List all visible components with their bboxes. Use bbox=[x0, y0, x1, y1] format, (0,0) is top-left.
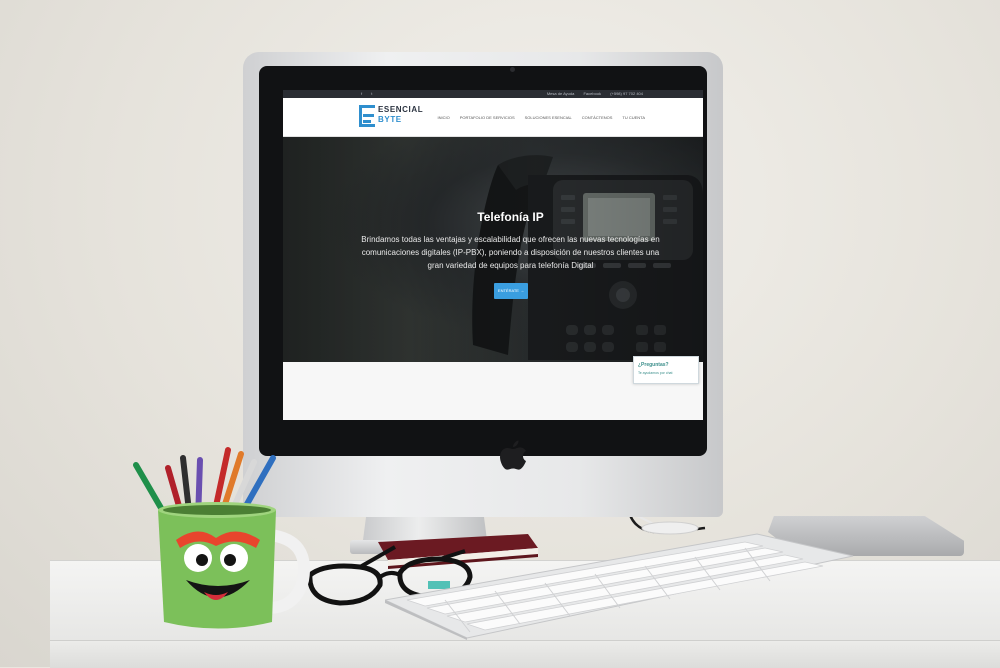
phone-number: (+598) 97 702 404 bbox=[610, 91, 643, 96]
hero-title: Telefonía IP bbox=[477, 210, 544, 224]
website-screen: f t Mesa de Ayuda Facebook (+598) 97 702… bbox=[283, 90, 703, 420]
hero-description: Brindamos todas las ventajas y escalabil… bbox=[361, 235, 660, 270]
camera-icon bbox=[510, 67, 515, 72]
hero-cta-button[interactable]: ENTÉRATE → bbox=[494, 283, 528, 299]
logo-line1: ESENCIAL bbox=[378, 105, 424, 114]
social-links[interactable]: f t bbox=[361, 90, 376, 98]
logo-text: ESENCIAL BYTE bbox=[378, 105, 423, 125]
logo-line2: BYTE bbox=[378, 115, 402, 124]
website-topbar: f t Mesa de Ayuda Facebook (+598) 97 702… bbox=[283, 90, 703, 98]
menu-item-tu-cuenta[interactable]: TU CUENTA bbox=[622, 115, 645, 120]
facebook-link[interactable]: Facebook bbox=[583, 91, 601, 96]
chat-subtitle: Te ayudamos por chat bbox=[638, 371, 673, 375]
pen-mug bbox=[133, 447, 310, 629]
help-desk-link[interactable]: Mesa de Ayuda bbox=[547, 91, 575, 96]
menu-item-contactenos[interactable]: CONTÁCTENOS bbox=[582, 115, 613, 120]
website-navbar: ESENCIAL BYTE INICIO PORTAFOLIO DE SERVI… bbox=[283, 98, 703, 137]
keyboard bbox=[385, 533, 854, 640]
main-menu: INICIO PORTAFOLIO DE SERVICIOS SOLUCIONE… bbox=[427, 98, 645, 136]
site-logo[interactable]: ESENCIAL BYTE bbox=[359, 105, 429, 129]
topbar-contact: Mesa de Ayuda Facebook (+598) 97 702 404 bbox=[539, 90, 643, 98]
chat-widget[interactable]: ¿Preguntas? Te ayudamos por chat bbox=[633, 356, 699, 384]
menu-item-soluciones[interactable]: SOLUCIONES ESENCIAL bbox=[525, 115, 572, 120]
chat-question: ¿Preguntas? bbox=[638, 362, 669, 368]
apple-logo-icon bbox=[500, 440, 526, 470]
logo-e-icon bbox=[359, 105, 375, 127]
menu-item-inicio[interactable]: INICIO bbox=[437, 115, 449, 120]
menu-item-portafolio[interactable]: PORTAFOLIO DE SERVICIOS bbox=[460, 115, 515, 120]
desk-front-edge bbox=[50, 640, 1000, 668]
